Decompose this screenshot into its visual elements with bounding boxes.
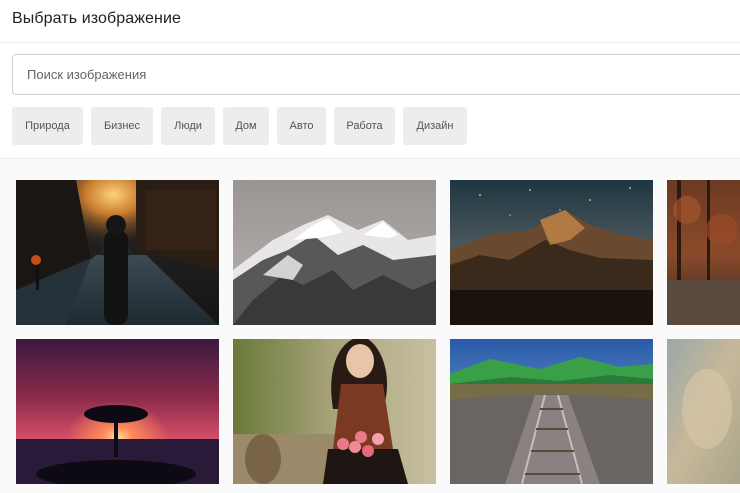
search-input[interactable] — [12, 54, 740, 95]
dialog-header: Выбрать изображение — [0, 0, 740, 43]
tree-sunset-silhouette-image[interactable] — [16, 339, 219, 484]
railway-bridge-image[interactable] — [450, 339, 653, 484]
image-grid — [0, 158, 740, 493]
woman-with-tulips-image[interactable] — [233, 339, 436, 484]
snowy-mountains-image[interactable] — [233, 180, 436, 325]
autumn-forest-image[interactable] — [667, 180, 740, 325]
category-chip-work[interactable]: Работа — [334, 107, 395, 145]
dialog-title: Выбрать изображение — [12, 10, 182, 27]
mountain-starry-sky-image[interactable] — [450, 180, 653, 325]
category-chip-home[interactable]: Дом — [223, 107, 269, 145]
category-chip-auto[interactable]: Авто — [277, 107, 326, 145]
category-chip-design[interactable]: Дизайн — [403, 107, 467, 145]
category-chip-nature[interactable]: Природа — [12, 107, 83, 145]
blurred-image[interactable] — [667, 339, 740, 484]
category-chip-people[interactable]: Люди — [161, 107, 215, 145]
category-chip-business[interactable]: Бизнес — [91, 107, 153, 145]
city-street-night-image[interactable] — [16, 180, 219, 325]
